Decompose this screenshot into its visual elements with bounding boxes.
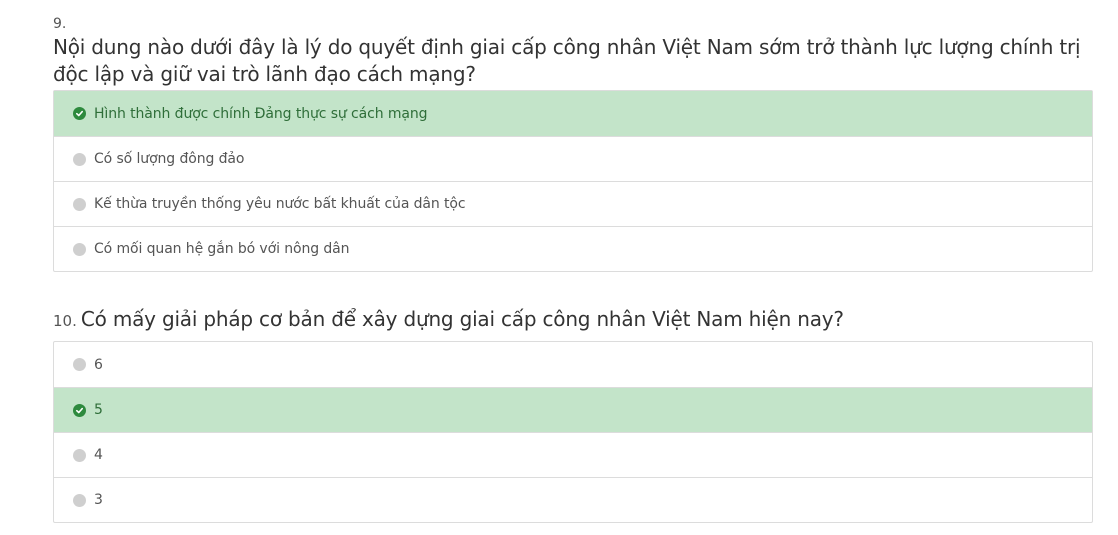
answer-option[interactable]: 4: [54, 432, 1092, 477]
quiz-review-page: 9. Nội dung nào dưới đây là lý do quyết …: [0, 0, 1118, 535]
radio-dot-icon: [73, 493, 86, 507]
check-circle-icon: [73, 403, 86, 417]
question-number: 9.: [53, 16, 67, 32]
answer-options: Hình thành được chính Đảng thực sự cách …: [53, 90, 1093, 272]
answer-label: 5: [94, 402, 103, 418]
answer-option[interactable]: 3: [54, 477, 1092, 522]
answer-option-correct[interactable]: Hình thành được chính Đảng thực sự cách …: [54, 91, 1092, 136]
answer-label: Kế thừa truyền thống yêu nước bất khuất …: [94, 196, 466, 212]
answer-option-correct[interactable]: 5: [54, 387, 1092, 432]
radio-dot-icon: [73, 358, 86, 371]
answer-label: Hình thành được chính Đảng thực sự cách …: [94, 105, 428, 122]
answer-label: 6: [94, 356, 103, 373]
radio-dot-icon: [73, 197, 86, 211]
answer-label: 3: [94, 492, 103, 508]
question-header: 10. Có mấy giải pháp cơ bản để xây dựng …: [53, 306, 1093, 333]
question-title: Có mấy giải pháp cơ bản để xây dựng giai…: [80, 307, 844, 331]
answer-option[interactable]: Kế thừa truyền thống yêu nước bất khuất …: [54, 181, 1092, 226]
question-9: 9. Nội dung nào dưới đây là lý do quyết …: [53, 14, 1093, 272]
question-number: 10.: [53, 312, 77, 330]
question-10: 10. Có mấy giải pháp cơ bản để xây dựng …: [53, 306, 1093, 523]
check-circle-icon: [73, 107, 86, 120]
radio-dot-icon: [73, 152, 86, 166]
answer-options: 6 5 4 3: [53, 341, 1093, 523]
answer-option[interactable]: 6: [54, 342, 1092, 387]
radio-dot-icon: [73, 448, 86, 462]
answer-option[interactable]: Có số lượng đông đảo: [54, 136, 1092, 181]
answer-label: Có số lượng đông đảo: [94, 151, 245, 167]
answer-label: 4: [94, 447, 103, 463]
answer-option[interactable]: Có mối quan hệ gắn bó với nông dân: [54, 226, 1092, 271]
question-title: Nội dung nào dưới đây là lý do quyết địn…: [53, 35, 1081, 86]
radio-dot-icon: [73, 242, 86, 256]
answer-label: Có mối quan hệ gắn bó với nông dân: [94, 241, 350, 257]
